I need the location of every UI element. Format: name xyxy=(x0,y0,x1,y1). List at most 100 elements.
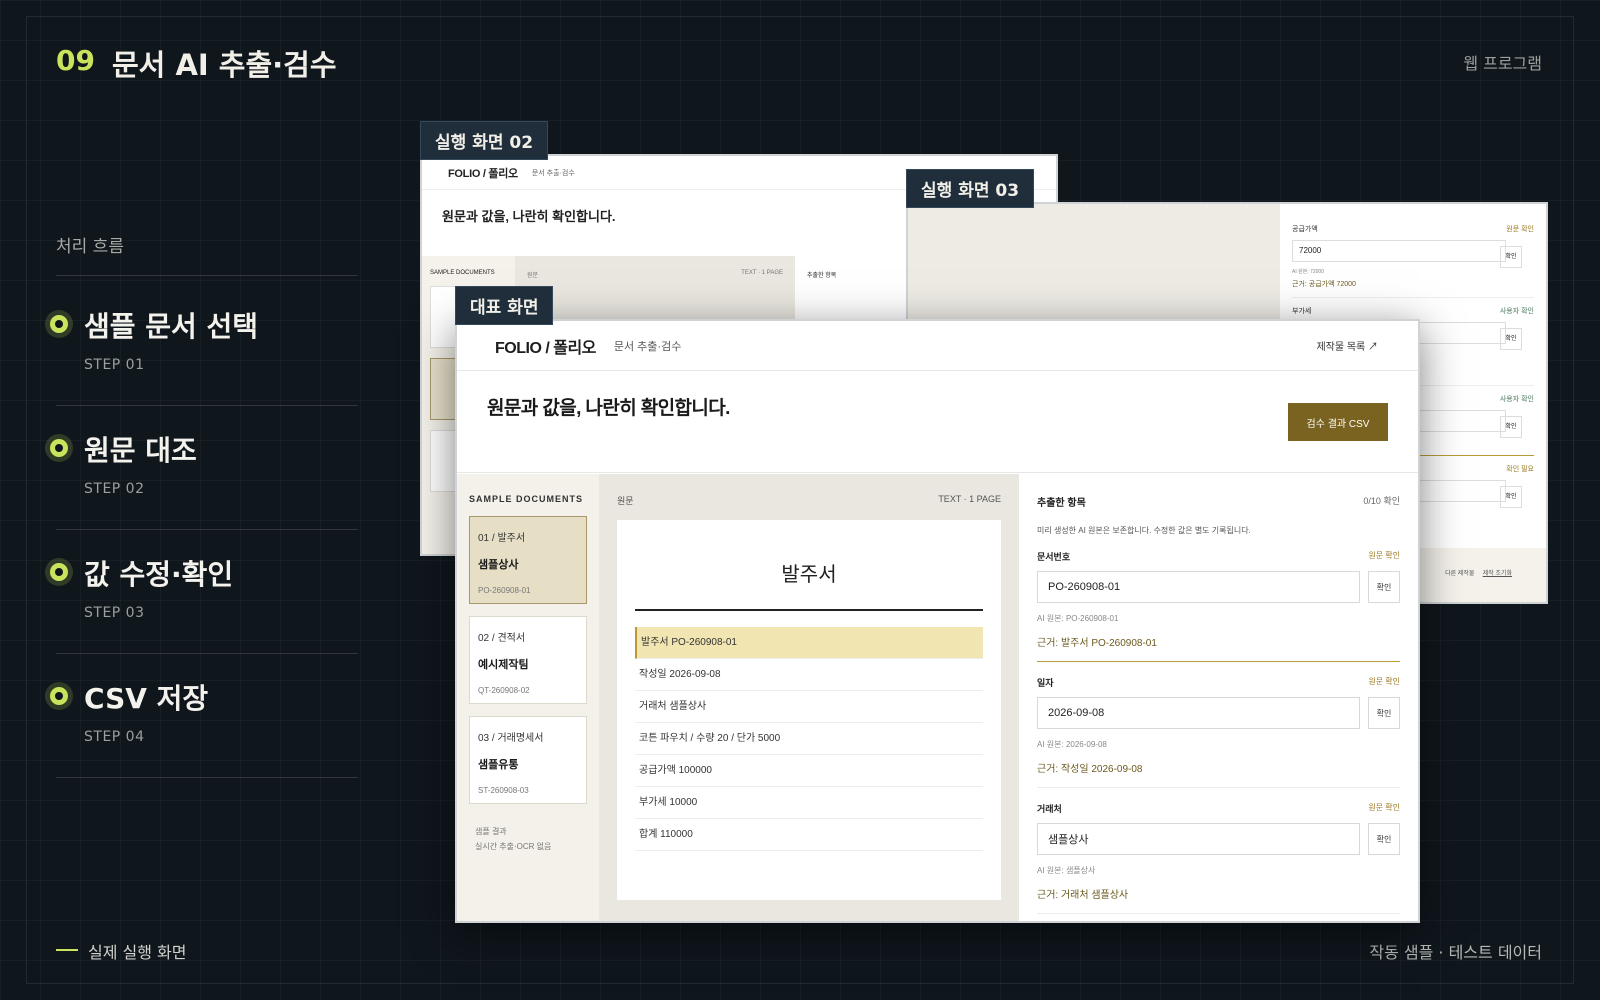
step-name: 원문 대조 xyxy=(84,434,197,467)
source-header: 원문 TEXT · 1 PAGE xyxy=(617,494,1001,507)
footer-accent-line xyxy=(56,949,78,951)
confirm-button[interactable]: 확인 xyxy=(1368,823,1400,855)
step-name: 값 수정·확인 xyxy=(84,558,234,591)
section-number: 09 xyxy=(56,44,95,77)
field-ai-original: AI 원본: PO-260908-01 xyxy=(1037,614,1119,623)
card-id: QT-260908-02 xyxy=(478,686,530,695)
main-hero: 원문과 값을, 나란히 확인합니다. 검수 결과 CSV xyxy=(457,371,1418,473)
card-type: 01 / 발주서 xyxy=(478,533,526,544)
divider xyxy=(56,405,358,406)
step-name: 샘플 문서 선택 xyxy=(84,310,259,343)
sidebar-note-line: 실시간 추출·OCR 없음 xyxy=(475,842,552,851)
screen-03-confirm-button[interactable]: 확인 xyxy=(1500,328,1522,350)
extracted-field: 일자 원문 확인 확인 AI 원본: 2026-09-08 근거: 작성일 202… xyxy=(1037,676,1400,788)
confirm-button[interactable]: 확인 xyxy=(1368,697,1400,729)
step-number: STEP 02 xyxy=(84,481,145,497)
screen-02-right-label: 추출한 항목 xyxy=(807,273,837,279)
extracted-field: 거래처 원문 확인 확인 AI 원본: 샘플상사 근거: 거래처 샘플상사 xyxy=(1037,802,1400,914)
extracted-field: 문서번호 원문 확인 확인 AI 원본: PO-260908-01 근거: 발주서… xyxy=(1037,550,1400,662)
sidebar-label: SAMPLE DOCUMENTS xyxy=(469,494,584,504)
sidebar-note-line: 샘플 결과 xyxy=(475,827,507,836)
screen-03-field-status: 사용자 확인 xyxy=(1499,396,1534,403)
screen-03-orig: AI 원본: 72000 xyxy=(1292,269,1324,275)
field-basis[interactable]: 근거: 발주서 PO-260908-01 xyxy=(1037,634,1400,649)
field-label: 일자 xyxy=(1037,678,1054,688)
field-status: 원문 확인 xyxy=(1368,803,1400,812)
card-type: 03 / 거래명세서 xyxy=(478,733,544,744)
document-line-highlighted[interactable]: 발주서 PO-260908-01 xyxy=(635,627,983,659)
document-line[interactable]: 공급가액 100000 xyxy=(635,755,983,787)
field-value-input[interactable] xyxy=(1037,697,1360,729)
tag-screen-03: 실행 화면 03 xyxy=(906,169,1035,208)
step-dot-icon xyxy=(50,563,68,581)
screen-03-field-label: 부가세 xyxy=(1292,308,1312,315)
document-line[interactable]: 부가세 10000 xyxy=(635,787,983,819)
step-number: STEP 03 xyxy=(84,605,145,621)
source-document-pane: 원문 TEXT · 1 PAGE 발주서 발주서 PO-260908-01 작성… xyxy=(599,474,1019,921)
document-line[interactable]: 합계 110000 xyxy=(635,819,983,851)
brand-logo[interactable]: FOLIO / 폴리오 xyxy=(495,334,596,358)
document-rule xyxy=(635,609,983,611)
brand-subtitle: 문서 추출·검수 xyxy=(613,340,682,353)
source-label: 원문 xyxy=(617,496,634,506)
step-dot-icon xyxy=(50,315,68,333)
extracted-description: 미리 생성한 AI 원본은 보존합니다. 수정한 값은 별도 기록됩니다. xyxy=(1037,526,1251,535)
category-label: 웹 프로그램 xyxy=(1463,54,1542,73)
main-topbar: FOLIO / 폴리오 문서 추출·검수 제작물 목록 ↗ xyxy=(457,321,1418,371)
extracted-header: 추출한 항목 0/10 확인 xyxy=(1037,494,1400,509)
tag-main-screen: 대표 화면 xyxy=(455,286,554,325)
screen-03-field-status: 사용자 확인 xyxy=(1499,308,1534,315)
field-basis[interactable]: 근거: 작성일 2026-09-08 xyxy=(1037,760,1400,775)
field-basis[interactable]: 근거: 거래처 샘플상사 xyxy=(1037,886,1400,901)
footer-right-caption: 작동 샘플 · 테스트 데이터 xyxy=(1369,943,1542,962)
step-dot-icon xyxy=(50,439,68,457)
document-line[interactable]: 거래처 샘플상사 xyxy=(635,691,983,723)
field-status: 원문 확인 xyxy=(1368,551,1400,560)
field-label: 거래처 xyxy=(1037,804,1062,814)
footer-left-caption: 실제 실행 화면 xyxy=(88,943,187,962)
screen-03-footer-link[interactable]: 다른 제작물 xyxy=(1445,571,1474,577)
screen-03-field-input[interactable]: 72000 xyxy=(1292,240,1506,262)
extracted-label: 추출한 항목 xyxy=(1037,498,1086,509)
card-type: 02 / 견적서 xyxy=(478,633,526,644)
step-number: STEP 04 xyxy=(84,729,145,745)
sidebar-note: 샘플 결과 실시간 추출·OCR 없음 xyxy=(469,824,587,854)
screen-03-field-label: 공급가액 xyxy=(1292,226,1318,233)
screen-02-brand-sub: 문서 추출·검수 xyxy=(531,169,575,177)
screen-02-sidebar-label: SAMPLE DOCUMENTS xyxy=(430,270,495,276)
document-card[interactable]: 02 / 견적서 예시제작팀 QT-260908-02 xyxy=(469,616,587,704)
field-ai-original: AI 원본: 샘플상사 xyxy=(1037,866,1096,875)
card-company: 샘플유통 xyxy=(478,759,519,771)
source-page-info: TEXT · 1 PAGE xyxy=(938,494,1001,504)
export-csv-button[interactable]: 검수 결과 CSV xyxy=(1288,403,1388,441)
main-body: SAMPLE DOCUMENTS 01 / 발주서 샘플상사 PO-260908… xyxy=(457,474,1418,921)
field-value-input[interactable] xyxy=(1037,571,1360,603)
screen-02-brand: FOLIO / 폴리오 xyxy=(448,167,518,180)
screen-03-field: 공급가액 원문 확인 72000 확인 AI 원본: 72000 근거: 공급가액… xyxy=(1292,224,1534,298)
document-line[interactable]: 작성일 2026-09-08 xyxy=(635,659,983,691)
document-title: 발주서 xyxy=(781,564,837,586)
sample-documents-sidebar: SAMPLE DOCUMENTS 01 / 발주서 샘플상사 PO-260908… xyxy=(457,474,599,921)
divider xyxy=(56,653,358,654)
project-list-link[interactable]: 제작물 목록 ↗ xyxy=(1316,338,1378,353)
card-company: 예시제작팀 xyxy=(478,659,529,671)
screen-03-field-status: 확인 필요 xyxy=(1506,466,1534,473)
divider xyxy=(56,275,358,276)
divider xyxy=(56,529,358,530)
field-label: 문서번호 xyxy=(1037,552,1071,562)
screen-03-footer-link[interactable]: 제작 조기화 xyxy=(1483,571,1512,577)
document-card[interactable]: 01 / 발주서 샘플상사 PO-260908-01 xyxy=(469,516,587,604)
document-line[interactable]: 코튼 파우치 / 수량 20 / 단가 5000 xyxy=(635,723,983,755)
step-number: STEP 01 xyxy=(84,357,145,373)
main-screen-window: FOLIO / 폴리오 문서 추출·검수 제작물 목록 ↗ 원문과 값을, 나란… xyxy=(455,319,1420,923)
confirm-button[interactable]: 확인 xyxy=(1368,571,1400,603)
confirm-count: 0/10 확인 xyxy=(1363,496,1400,506)
field-value-input[interactable] xyxy=(1037,823,1360,855)
step-name: CSV 저장 xyxy=(84,682,209,715)
screen-03-confirm-button[interactable]: 확인 xyxy=(1500,486,1522,508)
screen-03-confirm-button[interactable]: 확인 xyxy=(1500,246,1522,268)
field-status: 원문 확인 xyxy=(1368,677,1400,686)
flow-label: 처리 흐름 xyxy=(56,237,124,257)
document-card[interactable]: 03 / 거래명세서 샘플유통 ST-260908-03 xyxy=(469,716,587,804)
screen-03-confirm-button[interactable]: 확인 xyxy=(1500,416,1522,438)
